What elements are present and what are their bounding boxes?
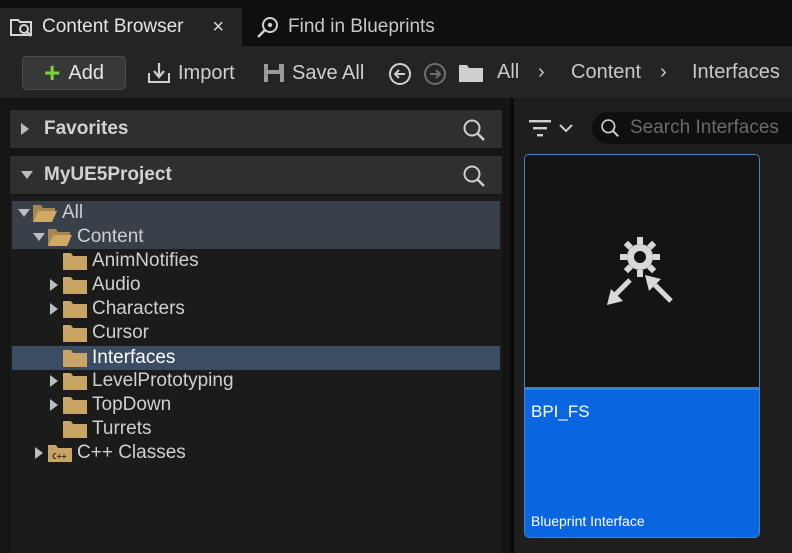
plus-icon: + — [44, 57, 61, 88]
folder-icon — [62, 251, 88, 271]
tree-item-label: C++ Classes — [77, 442, 186, 463]
find-blueprints-icon — [254, 15, 282, 39]
tree-item-label: Content — [77, 226, 144, 247]
folder-icon — [62, 323, 88, 343]
save-all-button-label: Save All — [292, 61, 365, 84]
tree-item-turrets[interactable]: Turrets — [46, 417, 151, 441]
tab-label: Content Browser — [42, 16, 184, 37]
filter-button[interactable] — [528, 114, 576, 142]
tree-item-audio[interactable]: Audio — [46, 273, 141, 297]
tab-bar: Content Browser × Find in Blueprints — [0, 0, 792, 46]
save-icon — [264, 64, 284, 82]
folder-icon — [62, 419, 88, 439]
tree-item-label: AnimNotifies — [92, 250, 199, 271]
expand-arrow-icon[interactable] — [46, 273, 62, 297]
collapse-arrow-icon[interactable] — [31, 225, 47, 249]
expand-arrow-icon[interactable] — [46, 393, 62, 417]
asset-view: BPI_FS Blueprint Interface — [514, 98, 792, 553]
import-button-label: Import — [178, 61, 235, 84]
import-button[interactable]: Import — [146, 58, 235, 88]
back-arrow-icon[interactable] — [388, 62, 412, 91]
breadcrumb-separator: › — [660, 61, 667, 83]
folder-open-icon — [47, 227, 73, 247]
tab-find-in-blueprints[interactable]: Find in Blueprints — [244, 8, 464, 46]
folder-open-icon — [32, 203, 58, 223]
favorites-header[interactable]: Favorites — [10, 110, 502, 148]
add-button[interactable]: + Add — [22, 56, 126, 90]
breadcrumb-interfaces[interactable]: Interfaces — [692, 61, 780, 84]
expand-arrow-icon[interactable] — [20, 122, 34, 136]
tree-item-label: Cursor — [92, 322, 150, 343]
folder-icon — [62, 371, 88, 391]
add-button-label: Add — [68, 61, 104, 84]
content-browser-icon — [8, 15, 36, 39]
tree-item-cursor[interactable]: Cursor — [46, 321, 149, 345]
breadcrumb-separator: › — [538, 61, 545, 83]
tree-item-animnotifies[interactable]: AnimNotifies — [46, 249, 199, 273]
search-icon[interactable] — [462, 164, 486, 194]
tab-content-browser[interactable]: Content Browser × — [0, 8, 242, 46]
tree-item-interfaces[interactable]: Interfaces — [46, 346, 175, 370]
tree-item-label: Audio — [92, 274, 141, 295]
breadcrumb-content[interactable]: Content — [571, 61, 641, 84]
collapse-arrow-icon[interactable] — [20, 170, 34, 180]
save-all-button[interactable]: Save All — [262, 58, 364, 88]
folder-icon — [62, 395, 88, 415]
search-icon — [601, 119, 620, 138]
tree-item-topdown[interactable]: TopDown — [46, 393, 171, 417]
tree-item-label: TopDown — [92, 394, 172, 415]
asset-name: BPI_FS — [531, 402, 590, 421]
toolbar: + Add Import Save All All › Content › In… — [0, 46, 792, 98]
filter-icon — [529, 120, 551, 137]
project-label: MyUE5Project — [44, 164, 172, 185]
tab-label: Find in Blueprints — [288, 16, 435, 37]
expand-arrow-icon[interactable] — [31, 441, 47, 465]
collapse-arrow-icon[interactable] — [16, 201, 32, 225]
tree-item-label: LevelPrototyping — [92, 370, 234, 391]
tree-item-label: Turrets — [92, 418, 152, 439]
folder-icon — [62, 275, 88, 295]
tree-item-characters[interactable]: Characters — [46, 297, 185, 321]
chevron-down-icon — [559, 124, 573, 133]
favorites-label: Favorites — [44, 118, 129, 139]
breadcrumb-all[interactable]: All — [497, 61, 519, 84]
expand-arrow-icon[interactable] — [46, 297, 62, 321]
tree-item-cpp-classes[interactable]: C++ C++ Classes — [31, 441, 186, 465]
asset-tile[interactable]: BPI_FS Blueprint Interface — [524, 154, 760, 538]
import-icon — [148, 63, 170, 83]
search-field[interactable] — [592, 112, 792, 144]
svg-text:C++: C++ — [52, 452, 67, 461]
tree-item-label: All — [62, 202, 84, 223]
asset-info: BPI_FS Blueprint Interface — [525, 390, 759, 537]
close-icon[interactable]: × — [212, 16, 224, 39]
search-icon[interactable] — [462, 118, 486, 148]
cpp-folder-icon: C++ — [47, 443, 73, 463]
expand-arrow-icon[interactable] — [46, 369, 62, 393]
project-header[interactable]: MyUE5Project — [10, 156, 502, 194]
tree-row-all-highlight — [12, 201, 500, 225]
tree-item-label: Interfaces — [92, 347, 176, 368]
blueprint-interface-icon — [607, 237, 673, 305]
tree-item-levelprototyping[interactable]: LevelPrototyping — [46, 369, 234, 393]
folder-icon — [62, 348, 88, 368]
tree-item-label: Characters — [92, 298, 185, 319]
tree-item-content[interactable]: Content — [31, 225, 144, 249]
forward-arrow-icon[interactable] — [423, 62, 447, 91]
folder-icon — [458, 63, 484, 88]
asset-type: Blueprint Interface — [531, 513, 645, 529]
search-input[interactable] — [628, 116, 792, 140]
asset-thumbnail — [525, 155, 759, 387]
folder-icon — [62, 299, 88, 319]
tree-item-all[interactable]: All — [16, 201, 83, 225]
